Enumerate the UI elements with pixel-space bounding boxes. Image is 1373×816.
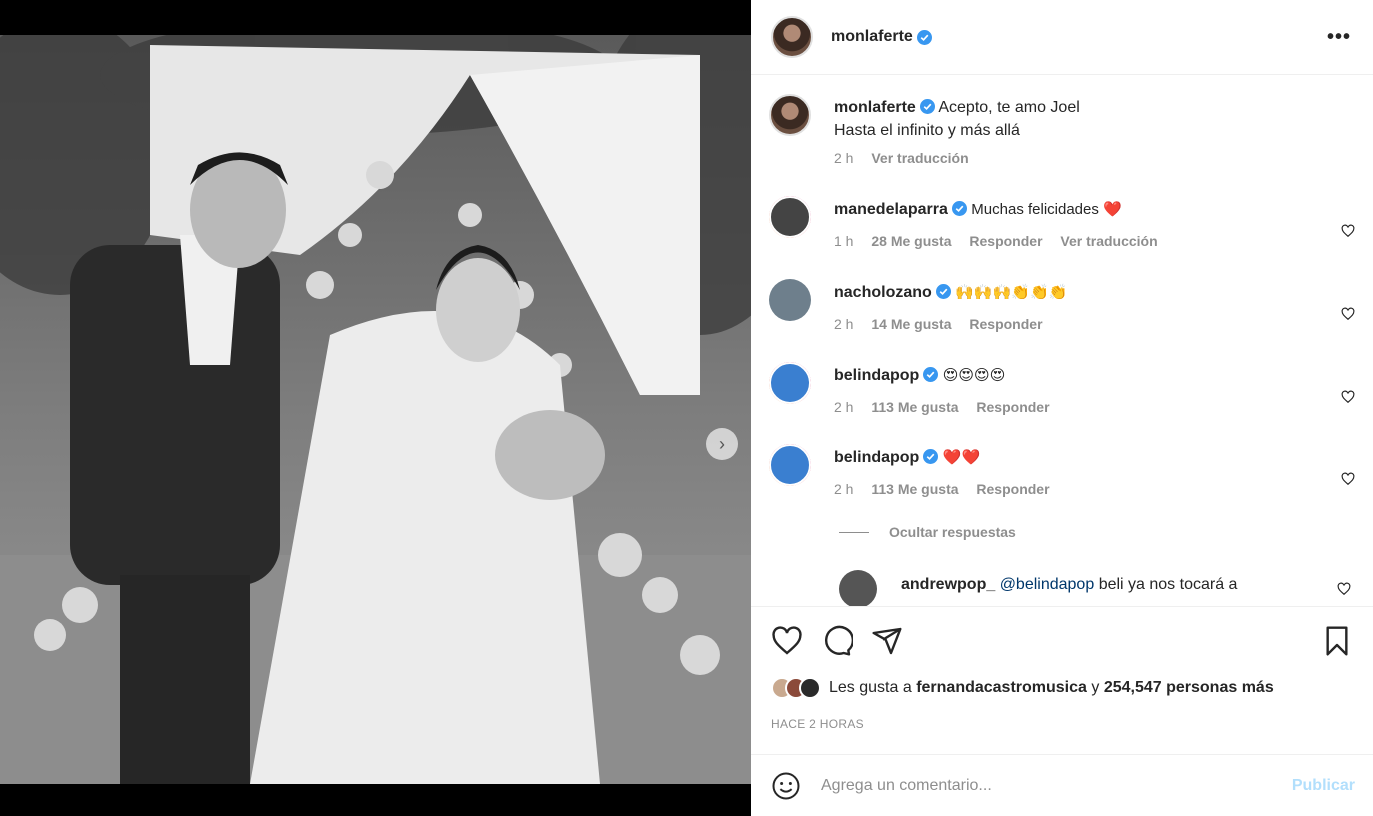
comment-text: beli ya nos tocará a — [1098, 576, 1238, 593]
comment-likes[interactable]: 113 Me gusta — [871, 481, 958, 497]
comment-likes[interactable]: 28 Me gusta — [871, 233, 951, 249]
post-media: › — [0, 0, 751, 816]
comment-likes[interactable]: 113 Me gusta — [871, 399, 958, 415]
reply-button[interactable]: Responder — [969, 316, 1042, 332]
verified-badge-icon — [919, 99, 935, 114]
share-send-icon[interactable] — [871, 625, 903, 657]
translate-link[interactable]: Ver traducción — [1060, 233, 1157, 249]
liker-avatar — [799, 677, 821, 699]
comment-text: ❤️❤️ — [942, 449, 981, 466]
reply-button[interactable]: Responder — [969, 233, 1042, 249]
next-image-button[interactable]: › — [706, 428, 738, 460]
comment-username[interactable]: andrewpop_ — [901, 576, 995, 593]
post-photo[interactable]: › — [0, 35, 751, 784]
like-heart-icon[interactable] — [771, 625, 803, 657]
like-comment-heart-icon[interactable] — [1337, 582, 1351, 596]
like-comment-heart-icon[interactable] — [1341, 390, 1355, 404]
like-comment-heart-icon[interactable] — [1341, 307, 1355, 321]
comment-username[interactable]: manedelaparra — [834, 201, 948, 218]
caption-username[interactable]: monlaferte — [834, 99, 916, 116]
post-timestamp: HACE 2 HORAS — [771, 717, 864, 731]
like-comment-heart-icon[interactable] — [1341, 472, 1355, 486]
likes-count[interactable]: 254,547 personas más — [1104, 679, 1274, 697]
likes-summary: Les gusta a fernandacastromusica y 254,5… — [771, 677, 1274, 699]
comments-list: monlaferte Acepto, te amo Joel Hasta el … — [751, 76, 1373, 606]
verified-badge-icon — [916, 29, 932, 45]
instagram-post-modal: › monlaferte ••• monlaferte Acepto, te a… — [0, 0, 1373, 816]
chevron-right-icon: › — [719, 433, 725, 454]
comment-username[interactable]: belindapop — [834, 449, 919, 466]
post-actions: Les gusta a fernandacastromusica y 254,5… — [751, 606, 1373, 754]
comment-input[interactable] — [821, 776, 1261, 795]
comment-time: 2 h — [834, 399, 854, 415]
comment-text: 🙌🙌🙌👏👏👏 — [955, 284, 1068, 301]
add-comment-bar: Publicar — [751, 754, 1373, 816]
comment-likes[interactable]: 14 Me gusta — [871, 316, 951, 332]
comment-item: belindapop ❤️❤️ 2 h 113 Me gusta Respond… — [769, 444, 1359, 504]
verified-badge-icon — [935, 284, 951, 299]
comment-time: 2 h — [834, 316, 854, 332]
comment-item: manedelaparra Muchas felicidades ❤️ 1 h … — [769, 196, 1359, 256]
caption-time: 2 h — [834, 150, 854, 166]
reply-button[interactable]: Responder — [976, 481, 1049, 497]
comment-bubble-icon[interactable] — [821, 625, 853, 657]
reply-button[interactable]: Responder — [976, 399, 1049, 415]
comment-item: belindapop 😍😍😍😍 2 h 113 Me gusta Respond… — [769, 362, 1359, 422]
commenter-avatar[interactable] — [769, 362, 811, 404]
verified-badge-icon — [951, 201, 967, 216]
more-options-icon[interactable]: ••• — [1327, 26, 1351, 49]
commenter-avatar[interactable] — [769, 444, 811, 486]
verified-badge-icon — [923, 449, 939, 464]
like-comment-heart-icon[interactable] — [1341, 224, 1355, 238]
publish-button[interactable]: Publicar — [1292, 777, 1355, 795]
liker-username[interactable]: fernandacastromusica — [916, 679, 1087, 697]
caption: monlaferte Acepto, te amo Joel Hasta el … — [769, 94, 1359, 174]
likes-joiner: y — [1091, 679, 1100, 696]
verified-badge-icon — [923, 367, 939, 382]
reply-item: andrewpop_ @belindapop beli ya nos tocar… — [839, 570, 1351, 606]
author-avatar[interactable] — [769, 94, 811, 136]
comment-text: Muchas felicidades ❤️ — [971, 201, 1122, 218]
commenter-avatar[interactable] — [769, 196, 811, 238]
comment-time: 1 h — [834, 233, 854, 249]
emoji-picker-icon[interactable] — [771, 771, 801, 801]
commenter-avatar[interactable] — [769, 279, 811, 321]
post-header: monlaferte ••• — [751, 0, 1373, 75]
author-avatar[interactable] — [771, 16, 813, 58]
likes-prefix: Les gusta a — [829, 679, 912, 696]
author-username[interactable]: monlaferte — [831, 28, 913, 46]
bookmark-save-icon[interactable] — [1321, 625, 1353, 657]
caption-text: Acepto, te amo Joel — [938, 99, 1080, 116]
post-sidebar: monlaferte ••• monlaferte Acepto, te amo… — [751, 0, 1373, 816]
mention-link[interactable]: @belindapop — [1000, 576, 1095, 593]
comment-text: 😍😍😍😍 — [942, 367, 1006, 384]
translate-link[interactable]: Ver traducción — [871, 150, 968, 166]
comment-time: 2 h — [834, 481, 854, 497]
hide-replies-button[interactable]: Ocultar respuestas — [839, 524, 1016, 540]
comment-username[interactable]: belindapop — [834, 367, 919, 384]
commenter-avatar[interactable] — [839, 570, 877, 606]
caption-text-line2: Hasta el infinito y más allá — [834, 122, 1020, 139]
comment-username[interactable]: nacholozano — [834, 284, 932, 301]
comment-item: nacholozano 🙌🙌🙌👏👏👏 2 h 14 Me gusta Respo… — [769, 279, 1359, 339]
liker-avatars[interactable] — [771, 677, 821, 699]
